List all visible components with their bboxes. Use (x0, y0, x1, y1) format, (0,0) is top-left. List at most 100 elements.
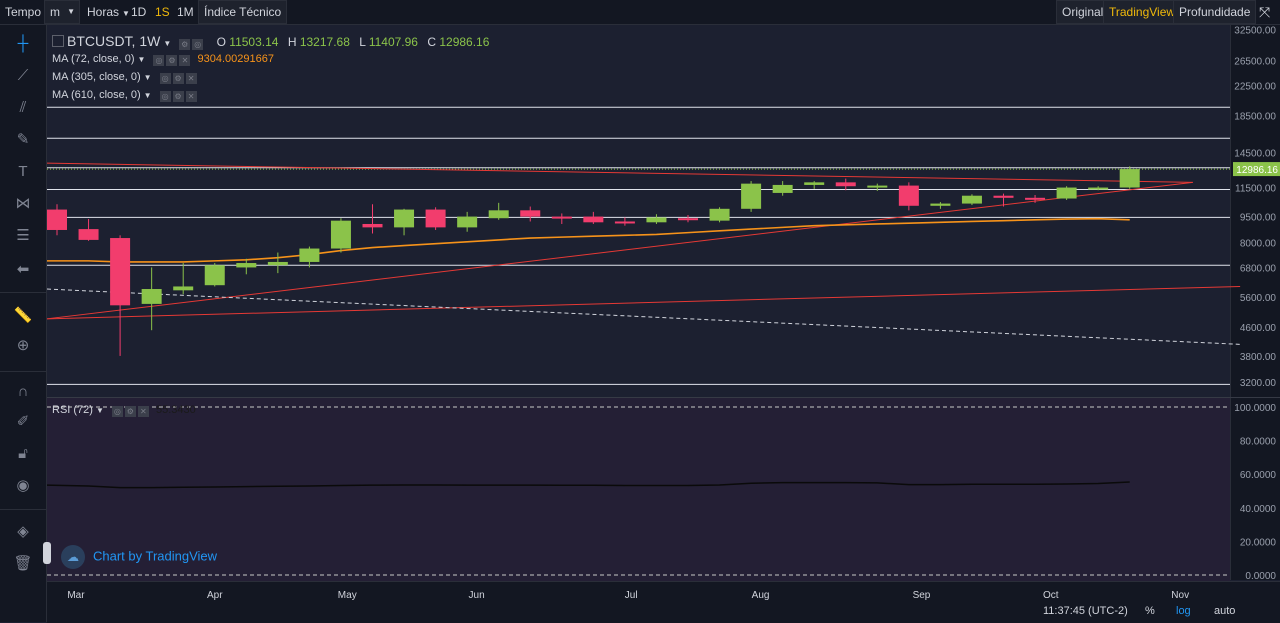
chevron-down-icon[interactable]: ▼ (96, 406, 104, 415)
price-tick-label: 5600.00 (1240, 293, 1277, 304)
clock-readout: 11:37:45 (UTC-2) (1043, 605, 1128, 617)
chevron-down-icon[interactable]: ▼ (144, 91, 152, 100)
candle-body (425, 209, 446, 228)
layers-icon[interactable]: ◈ (12, 521, 34, 543)
candle-body (583, 216, 604, 223)
fib-icon[interactable]: ☰ (12, 225, 34, 247)
candle-body (1025, 197, 1046, 200)
ma1-title[interactable]: MA (72, close, 0) (52, 53, 135, 65)
brush-icon[interactable]: ✎ (12, 129, 34, 151)
rsi-value: 55.3430 (155, 404, 196, 416)
trend-line (46, 162, 1193, 183)
rsi-tick-label: 20.0000 (1240, 537, 1277, 548)
candle-body (1088, 187, 1109, 190)
channel-icon[interactable]: ⫽ (12, 97, 34, 119)
view-tradingview-button[interactable]: TradingView (1103, 0, 1182, 24)
time-tick-label: Mar (67, 590, 85, 601)
rsi-tick-label: 80.0000 (1240, 437, 1277, 448)
auto-toggle[interactable]: auto (1214, 605, 1235, 617)
text-icon[interactable]: T (12, 161, 34, 183)
eye-icon[interactable]: ◎ (153, 55, 165, 66)
low-label: L (359, 35, 366, 49)
tradingview-watermark[interactable]: ☁ Chart by TradingView (61, 545, 217, 569)
chevron-down-icon[interactable]: ▼ (144, 73, 152, 82)
close-icon[interactable]: ✕ (137, 406, 149, 417)
lock-icon[interactable]: 🔓︎ (12, 443, 34, 465)
ma72-line (47, 217, 1130, 263)
price-tick-label: 6800.00 (1240, 263, 1277, 274)
indicators-button[interactable]: Índice Técnico (198, 0, 288, 24)
eye-icon[interactable]: ◎ (159, 91, 171, 102)
rsi-line (46, 481, 1130, 489)
close-icon[interactable]: ✕ (185, 73, 197, 84)
trend-line (46, 181, 1193, 320)
pattern-icon[interactable]: ⋈ (12, 193, 34, 215)
price-tick-label: 11500.00 (1235, 184, 1276, 195)
ma1-value: 9304.00291667 (197, 53, 274, 65)
percent-toggle[interactable]: % (1145, 605, 1155, 617)
magnet-icon[interactable]: ∩ (12, 381, 34, 403)
interval-1s-button[interactable]: 1S (150, 0, 175, 24)
time-tick-label: Jul (625, 590, 638, 601)
close-label: C (427, 35, 436, 49)
low-value: 11407.96 (368, 35, 418, 49)
candle-body (1119, 169, 1140, 188)
candle-body (520, 210, 541, 217)
collapse-icon[interactable] (52, 35, 64, 47)
arrow-left-icon[interactable]: ⬅ (12, 259, 34, 281)
close-value: 12986.16 (439, 35, 490, 49)
ma3-legend: MA (610, close, 0) ▼ ◎ ⚙ ✕ (52, 89, 197, 102)
price-tick-label: 3800.00 (1240, 352, 1277, 363)
symbol-title[interactable]: BTCUSDT, 1W (67, 33, 160, 49)
candle-body (78, 229, 99, 240)
chevron-down-icon[interactable]: ▼ (163, 39, 171, 48)
eye-icon[interactable]: ◎ (111, 406, 123, 417)
settings-icon[interactable]: ⚙ (172, 73, 184, 84)
candle-body (236, 263, 257, 268)
crosshair-icon[interactable]: ┼ (12, 33, 34, 55)
chevron-down-icon[interactable]: ▼ (138, 55, 146, 64)
rsi-legend: RSI (72) ▼ ◎ ⚙ ✕ 55.3430 (52, 404, 196, 417)
view-original-button[interactable]: Original (1056, 0, 1110, 24)
close-icon[interactable]: ✕ (179, 55, 191, 66)
time-tick-label: Apr (207, 590, 223, 601)
candle-body (551, 216, 572, 219)
ma2-legend: MA (305, close, 0) ▼ ◎ ⚙ ✕ (52, 71, 197, 84)
rsi-title[interactable]: RSI (72) (52, 404, 93, 416)
zoom-icon[interactable]: ⊕ (12, 335, 34, 357)
interval-1m-button[interactable]: 1M (172, 0, 199, 24)
log-toggle[interactable]: log (1176, 605, 1191, 617)
settings-icon[interactable]: ⚙ (166, 55, 178, 66)
candle-body (709, 208, 730, 221)
interval-1d-button[interactable]: 1D (126, 0, 151, 24)
settings-icon[interactable]: ⚙ (172, 91, 184, 102)
interval-select[interactable]: m ▼ (44, 0, 80, 24)
settings-icon[interactable]: ⚙ (124, 406, 136, 417)
pane-resize-handle[interactable] (43, 542, 51, 564)
fullscreen-icon[interactable]: ⤧ (1254, 0, 1275, 24)
settings-icon[interactable]: ⚙ (179, 39, 191, 50)
price-tick-label: 18500.00 (1234, 111, 1276, 122)
candle-body (267, 261, 288, 266)
hide-icon[interactable]: ◎ (192, 39, 204, 50)
drawing-toolbar: ┼ ⟋ ⫽ ✎ T ⋈ ☰ ⬅ 📏 ⊕ ∩ ✐ 🔓︎ ◉ ◈ 🗑︎ (0, 25, 47, 622)
candle-body (362, 223, 383, 228)
watermark-text: Chart by TradingView (93, 548, 218, 564)
candle-body (930, 203, 951, 206)
close-icon[interactable]: ✕ (185, 91, 197, 102)
time-label: Tempo (5, 5, 42, 19)
open-value: 11503.14 (229, 35, 279, 49)
eye-icon[interactable]: ◎ (159, 73, 171, 84)
pencil-lock-icon[interactable]: ✐ (12, 411, 34, 433)
trend-line-icon[interactable]: ⟋ (12, 65, 34, 87)
ma2-title[interactable]: MA (305, close, 0) (52, 71, 141, 83)
candle-body (457, 216, 478, 228)
ma3-title[interactable]: MA (610, close, 0) (52, 89, 141, 101)
view-depth-button[interactable]: Profundidade (1173, 0, 1257, 24)
eye-icon[interactable]: ◉ (12, 475, 34, 497)
ruler-icon[interactable]: 📏 (12, 305, 34, 327)
chevron-down-icon: ▼ (67, 7, 75, 16)
time-tick-label: Oct (1043, 590, 1059, 601)
time-tick-label: May (338, 590, 357, 601)
trash-icon[interactable]: 🗑︎ (12, 553, 34, 575)
